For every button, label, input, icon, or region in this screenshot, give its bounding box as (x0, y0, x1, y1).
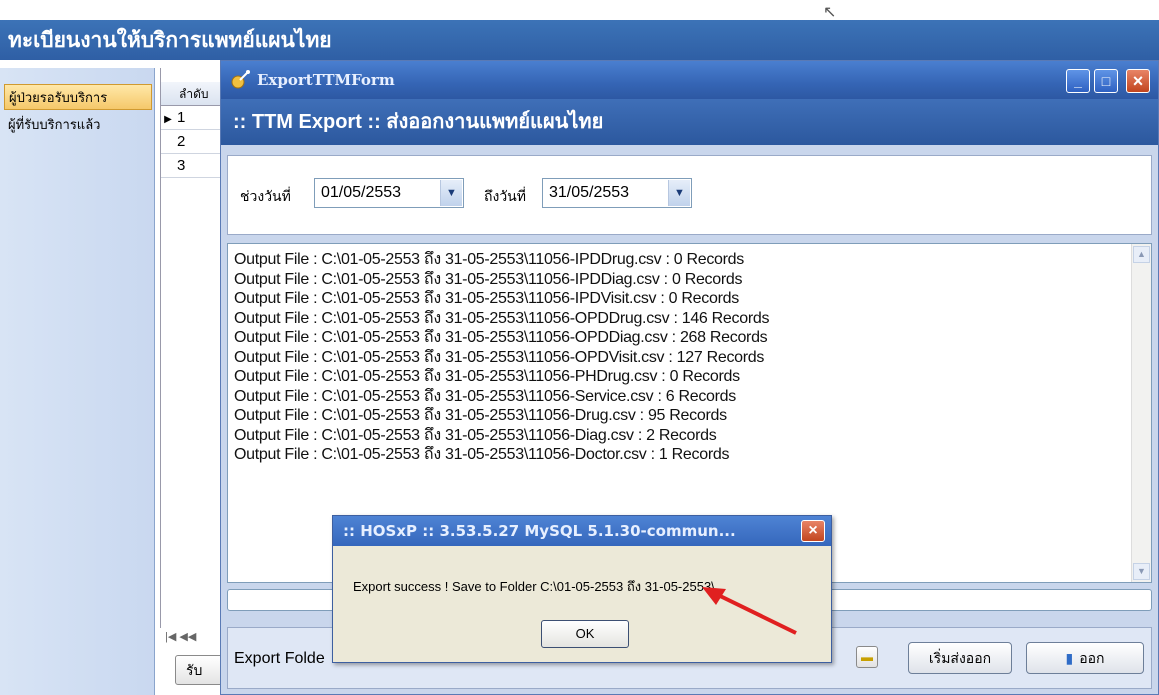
to-date-value: 31/05/2553 (549, 184, 630, 201)
satellite-icon (231, 70, 250, 89)
row-number: 2 (177, 133, 186, 150)
log-line: Output File : C:\01-05-2553 ถึง 31-05-25… (234, 270, 743, 288)
annotation-arrow-icon (702, 587, 797, 635)
background-grid: ลำดับ ▶ 1 2 3 (160, 68, 221, 628)
grid-header-order: ลำดับ (161, 82, 221, 106)
mouse-cursor-icon: ↖ (823, 4, 837, 21)
exit-button-label: ออก (1079, 650, 1105, 666)
table-row[interactable]: 3 (161, 154, 221, 178)
left-nav: ผู้ป่วยรอรับบริการ ผู้ที่รับบริการแล้ว (0, 68, 155, 695)
log-line: Output File : C:\01-05-2553 ถึง 31-05-25… (234, 290, 739, 307)
export-folder-label: Export Folde (234, 650, 325, 667)
log-line: Output File : C:\01-05-2553 ถึง 31-05-25… (234, 251, 744, 268)
log-line: Output File : C:\01-05-2553 ถึง 31-05-25… (234, 407, 727, 424)
table-row[interactable]: 2 (161, 130, 221, 154)
message-box-close-button[interactable]: × (801, 520, 825, 542)
receive-button[interactable]: รับ (175, 655, 225, 685)
log-line: Output File : C:\01-05-2553 ถึง 31-05-25… (234, 426, 717, 444)
from-date-label: ช่วงวันที่ (240, 188, 291, 204)
row-number: 1 (177, 109, 186, 126)
grid-pager[interactable]: |◀ ◀◀ (165, 630, 196, 643)
log-line: Output File : C:\01-05-2553 ถึง 31-05-25… (234, 387, 736, 405)
start-export-button[interactable]: เริ่มส่งออก (908, 642, 1012, 674)
door-icon: ▮ (1065, 650, 1074, 666)
exit-button[interactable]: ▮ ออก (1026, 642, 1144, 674)
log-lines: Output File : C:\01-05-2553 ถึง 31-05-25… (234, 250, 769, 465)
message-box-title[interactable]: :: HOSxP :: 3.53.5.27 MySQL 5.1.30-commu… (333, 516, 831, 546)
vertical-scrollbar[interactable]: ▲ ▼ (1131, 244, 1151, 582)
to-date-combo[interactable]: 31/05/2553 ▼ (542, 178, 692, 208)
log-line: Output File : C:\01-05-2553 ถึง 31-05-25… (234, 329, 768, 346)
row-selector-icon: ▶ (164, 114, 172, 125)
from-date-combo[interactable]: 01/05/2553 ▼ (314, 178, 464, 208)
window-titlebar[interactable]: ExportTTMForm _ □ × (221, 61, 1158, 99)
log-line: Output File : C:\01-05-2553 ถึง 31-05-25… (234, 348, 765, 366)
nav-item-waiting-patients[interactable]: ผู้ป่วยรอรับบริการ (4, 84, 152, 110)
nav-item-served-patients[interactable]: ผู้ที่รับบริการแล้ว (4, 112, 152, 138)
log-line: Output File : C:\01-05-2553 ถึง 31-05-25… (234, 368, 740, 385)
log-line: Output File : C:\01-05-2553 ถึง 31-05-25… (234, 309, 770, 327)
chevron-down-icon[interactable]: ▼ (440, 180, 462, 206)
ok-button[interactable]: OK (541, 620, 629, 648)
to-date-label: ถึงวันที่ (484, 188, 526, 204)
row-number: 3 (177, 157, 186, 174)
date-range-panel: ช่วงวันที่ 01/05/2553 ▼ ถึงวันที่ 31/05/… (227, 155, 1152, 235)
scroll-up-icon[interactable]: ▲ (1133, 246, 1150, 263)
maximize-button[interactable]: □ (1094, 69, 1118, 93)
minimize-button[interactable]: _ (1066, 69, 1090, 93)
log-line: Output File : C:\01-05-2553 ถึง 31-05-25… (234, 446, 730, 463)
from-date-value: 01/05/2553 (321, 184, 402, 201)
message-box-text: Export success ! Save to Folder C:\01-05… (353, 579, 715, 594)
window-header: :: TTM Export :: ส่งออกงานแพทย์แผนไทย (221, 99, 1158, 145)
window-title: ExportTTMForm (257, 71, 395, 89)
table-row[interactable]: ▶ 1 (161, 106, 221, 130)
close-button[interactable]: × (1126, 69, 1150, 93)
app-title: ทะเบียนงานให้บริการแพทย์แผนไทย (0, 20, 1159, 60)
scroll-down-icon[interactable]: ▼ (1133, 563, 1150, 580)
chevron-down-icon[interactable]: ▼ (668, 180, 690, 206)
folder-icon[interactable]: ▬ (856, 646, 878, 668)
